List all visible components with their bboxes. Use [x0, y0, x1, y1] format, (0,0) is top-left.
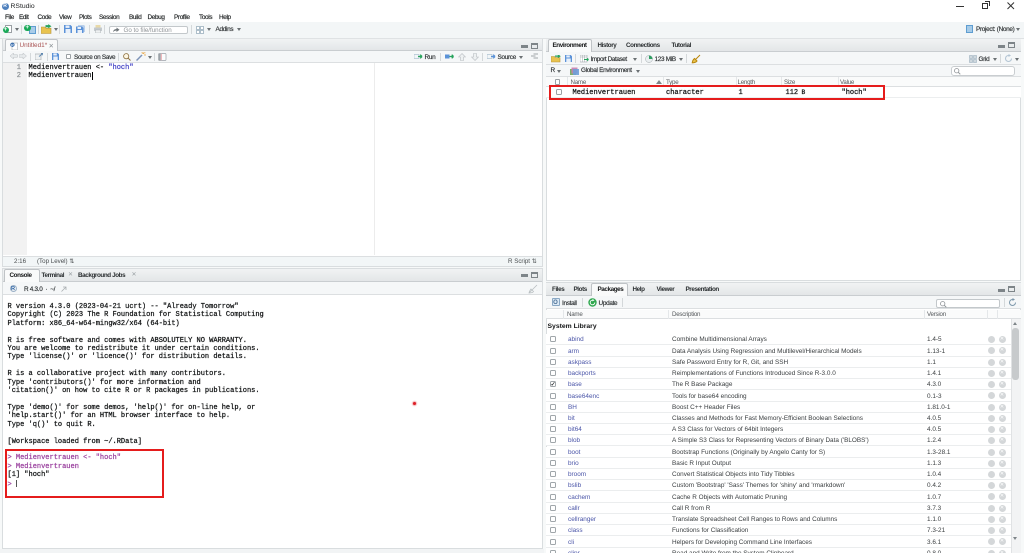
svg-text:R: R — [10, 42, 13, 47]
